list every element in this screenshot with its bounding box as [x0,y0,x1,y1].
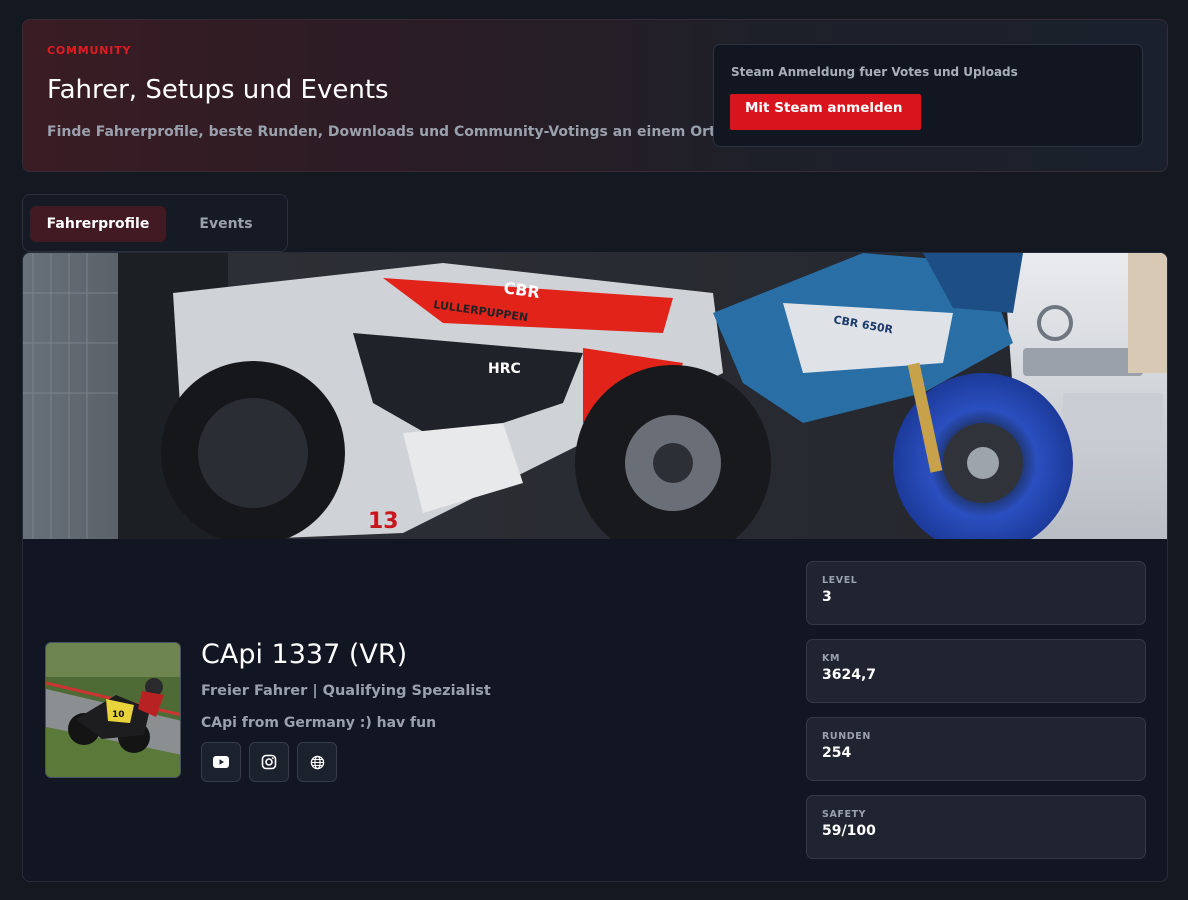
driver-role: Freier Fahrer | Qualifying Spezialist [201,683,491,699]
stat-label: SAFETY [822,809,867,820]
stat-safety: SAFETY 59/100 [806,795,1146,859]
page-title: Fahrer, Setups und Events [47,75,389,105]
youtube-icon [213,756,229,768]
stat-label: LEVEL [822,575,858,586]
stat-value: 59/100 [822,823,876,839]
youtube-link-button[interactable] [201,742,241,782]
community-hero: COMMUNITY Fahrer, Setups und Events Find… [22,19,1168,172]
instagram-icon [261,754,277,770]
section-eyebrow: COMMUNITY [47,44,132,57]
steam-login-text: Steam Anmeldung fuer Votes und Uploads [731,65,1018,79]
stat-value: 3 [822,589,832,605]
page-subtitle: Finde Fahrerprofile, beste Runden, Downl… [47,124,722,140]
driver-avatar: 10 [45,642,181,778]
stat-runden: RUNDEN 254 [806,717,1146,781]
svg-text:13: 13 [368,509,399,534]
globe-icon [310,755,324,769]
instagram-link-button[interactable] [249,742,289,782]
steam-login-button[interactable]: Mit Steam anmelden [730,94,921,130]
steam-login-card: Steam Anmeldung fuer Votes und Uploads M… [713,44,1143,147]
tab-fahrerprofile[interactable]: Fahrerprofile [30,206,166,242]
stat-km: KM 3624,7 [806,639,1146,703]
stat-label: RUNDEN [822,731,871,742]
driver-profile-card: LULLERPUPPEN CBR HRC 13 CBR 650R 10 CApi… [22,252,1168,882]
avatar-number: 10 [112,710,125,720]
stat-label: KM [822,653,841,664]
svg-text:HRC: HRC [488,361,521,377]
driver-name: CApi 1337 (VR) [201,639,408,670]
tab-events[interactable]: Events [178,206,274,242]
stat-value: 254 [822,745,852,761]
stat-value: 3624,7 [822,667,877,683]
community-tabs: Fahrerprofile Events [22,194,288,252]
website-link-button[interactable] [297,742,337,782]
profile-banner-image: LULLERPUPPEN CBR HRC 13 CBR 650R [23,253,1167,539]
stat-level: LEVEL 3 [806,561,1146,625]
driver-bio: CApi from Germany :) hav fun [201,715,437,731]
